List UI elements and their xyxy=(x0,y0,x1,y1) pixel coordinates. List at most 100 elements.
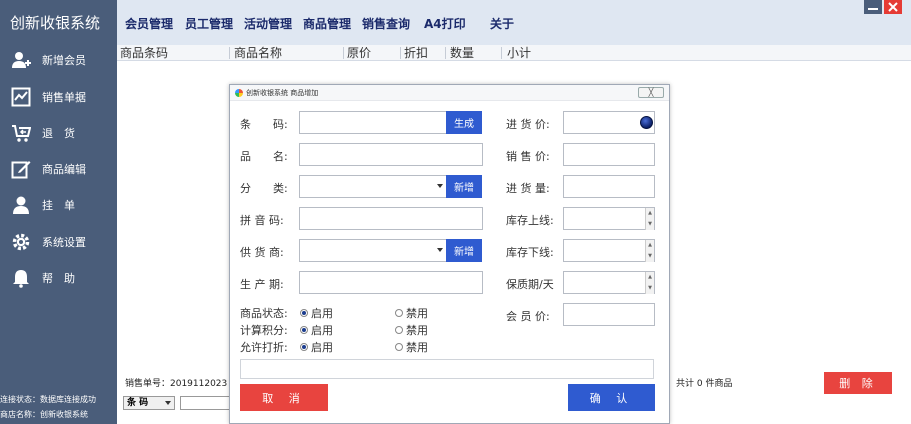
points-enable-radio[interactable]: 启用 xyxy=(300,322,333,338)
barcode-input[interactable] xyxy=(180,396,232,410)
chevron-down-icon xyxy=(165,401,171,405)
menu-bar: 会员管理 员工管理 活动管理 商品管理 销售查询 A4打印 关于 xyxy=(117,0,911,45)
stock-upper-stepper[interactable]: ▲ ▼ xyxy=(563,207,655,230)
add-user-icon xyxy=(10,49,32,71)
sidebar-item-label: 退 货 xyxy=(42,127,75,140)
menu-sales-query[interactable]: 销售查询 xyxy=(362,15,410,32)
barcode-label: 条 码: xyxy=(240,118,288,131)
discount-enable-radio[interactable]: 启用 xyxy=(300,339,333,355)
category-select[interactable] xyxy=(299,175,447,198)
sidebar: 创新收银系统 新增会员 销售单据 退 货 商品编辑 挂 单 系统设置 帮 助 连… xyxy=(0,0,117,424)
status-indicator-icon xyxy=(640,116,653,129)
column-divider xyxy=(343,47,344,59)
sidebar-item-settings[interactable]: 系统设置 xyxy=(10,229,110,255)
purchase-price-field[interactable] xyxy=(563,111,655,134)
stock-lower-stepper[interactable]: ▲ ▼ xyxy=(563,239,655,262)
purchase-price-label: 进 货 价: xyxy=(506,118,550,131)
dialog-titlebar: 创新收银系统 商品增加 ╳ xyxy=(230,85,669,101)
cart-table-header: 商品条码 商品名称 原价 折扣 数量 小计 xyxy=(117,45,911,61)
production-date-field[interactable] xyxy=(299,271,483,294)
add-category-button[interactable]: 新增 xyxy=(446,175,482,198)
sidebar-item-sales-records[interactable]: 销售单据 xyxy=(10,84,110,110)
shelf-life-label: 保质期/天 xyxy=(506,278,554,291)
points-disable-radio[interactable]: 禁用 xyxy=(395,322,428,338)
sidebar-item-help[interactable]: 帮 助 xyxy=(10,265,110,291)
column-header: 原价 xyxy=(347,46,372,60)
minimize-icon xyxy=(868,8,878,10)
menu-about[interactable]: 关于 xyxy=(490,15,514,32)
stepper-up-icon[interactable]: ▲ xyxy=(645,272,654,283)
store-name: 商店名称：创新收银系统 xyxy=(0,410,88,419)
allow-discount-label: 允许打折: xyxy=(240,341,288,354)
column-divider xyxy=(229,47,230,59)
sidebar-item-label: 帮 助 xyxy=(42,272,75,285)
sidebar-item-return[interactable]: 退 货 xyxy=(10,120,110,146)
column-divider xyxy=(400,47,401,59)
generate-barcode-button[interactable]: 生成 xyxy=(446,111,482,134)
pinyin-field[interactable] xyxy=(299,207,483,230)
purchase-qty-label: 进 货 量: xyxy=(506,182,550,195)
close-icon xyxy=(888,2,898,12)
column-header: 小计 xyxy=(507,46,532,60)
barcode-field[interactable] xyxy=(299,111,447,134)
add-supplier-button[interactable]: 新增 xyxy=(446,239,482,262)
delete-button[interactable]: 删 除 xyxy=(824,372,892,394)
product-status-label: 商品状态: xyxy=(240,307,288,320)
minimize-button[interactable] xyxy=(864,0,882,14)
column-divider xyxy=(445,47,446,59)
column-header: 商品名称 xyxy=(234,46,283,60)
gear-icon xyxy=(10,231,32,253)
sidebar-item-label: 挂 单 xyxy=(42,199,75,212)
order-number: 销售单号：2019112023 xyxy=(125,379,228,389)
cart-return-icon xyxy=(10,122,32,144)
supplier-label: 供 货 商: xyxy=(240,246,284,259)
menu-member-management[interactable]: 会员管理 xyxy=(125,15,173,32)
status-disable-radio[interactable]: 禁用 xyxy=(395,305,428,321)
shelf-life-stepper[interactable]: ▲ ▼ xyxy=(563,271,655,294)
member-price-label: 会 员 价: xyxy=(506,310,550,323)
menu-staff-management[interactable]: 员工管理 xyxy=(185,15,233,32)
menu-product-management[interactable]: 商品管理 xyxy=(303,15,351,32)
sidebar-item-hold-order[interactable]: 挂 单 xyxy=(10,192,110,218)
edit-icon xyxy=(10,158,32,180)
pinyin-label: 拼 音 码: xyxy=(240,214,284,227)
sidebar-item-label: 销售单据 xyxy=(42,91,86,104)
sidebar-item-label: 系统设置 xyxy=(42,236,86,249)
stepper-up-icon[interactable]: ▲ xyxy=(645,240,654,251)
discount-disable-radio[interactable]: 禁用 xyxy=(395,339,428,355)
confirm-button[interactable]: 确 认 xyxy=(568,384,655,411)
stepper-down-icon[interactable]: ▼ xyxy=(645,219,654,230)
stepper-down-icon[interactable]: ▼ xyxy=(645,283,654,294)
sidebar-item-label: 新增会员 xyxy=(42,54,86,67)
remarks-field[interactable] xyxy=(240,359,654,379)
chevron-down-icon xyxy=(437,184,443,188)
production-date-label: 生 产 期: xyxy=(240,278,284,291)
sidebar-item-product-edit[interactable]: 商品编辑 xyxy=(10,156,110,182)
cancel-button[interactable]: 取 消 xyxy=(240,384,328,411)
column-header: 商品条码 xyxy=(120,46,169,60)
category-label: 分 类: xyxy=(240,182,288,195)
stepper-up-icon[interactable]: ▲ xyxy=(645,208,654,219)
stock-upper-label: 库存上线: xyxy=(506,214,554,227)
points-label: 计算积分: xyxy=(240,324,288,337)
product-name-field[interactable] xyxy=(299,143,483,166)
menu-activity-management[interactable]: 活动管理 xyxy=(244,15,292,32)
sidebar-item-add-member[interactable]: 新增会员 xyxy=(10,47,110,73)
column-header: 折扣 xyxy=(404,46,429,60)
close-window-button[interactable] xyxy=(884,0,902,14)
sidebar-item-label: 商品编辑 xyxy=(42,163,86,176)
item-total: 共计 0 件商品 xyxy=(676,379,733,389)
name-label: 品 名: xyxy=(240,150,288,163)
member-price-field[interactable] xyxy=(563,303,655,326)
stepper-down-icon[interactable]: ▼ xyxy=(645,251,654,262)
chart-line-icon xyxy=(10,86,32,108)
barcode-type-select[interactable]: 条 码 xyxy=(123,396,175,410)
purchase-qty-field[interactable] xyxy=(563,175,655,198)
column-header: 数量 xyxy=(450,46,475,60)
menu-a4-print[interactable]: A4打印 xyxy=(424,15,466,32)
sale-price-field[interactable] xyxy=(563,143,655,166)
status-enable-radio[interactable]: 启用 xyxy=(300,305,333,321)
dialog-close-button[interactable]: ╳ xyxy=(638,87,664,98)
supplier-select[interactable] xyxy=(299,239,447,262)
add-product-dialog: 创新收银系统 商品增加 ╳ 条 码: 生成 品 名: 分 类: 新增 拼 音 码… xyxy=(229,84,670,424)
